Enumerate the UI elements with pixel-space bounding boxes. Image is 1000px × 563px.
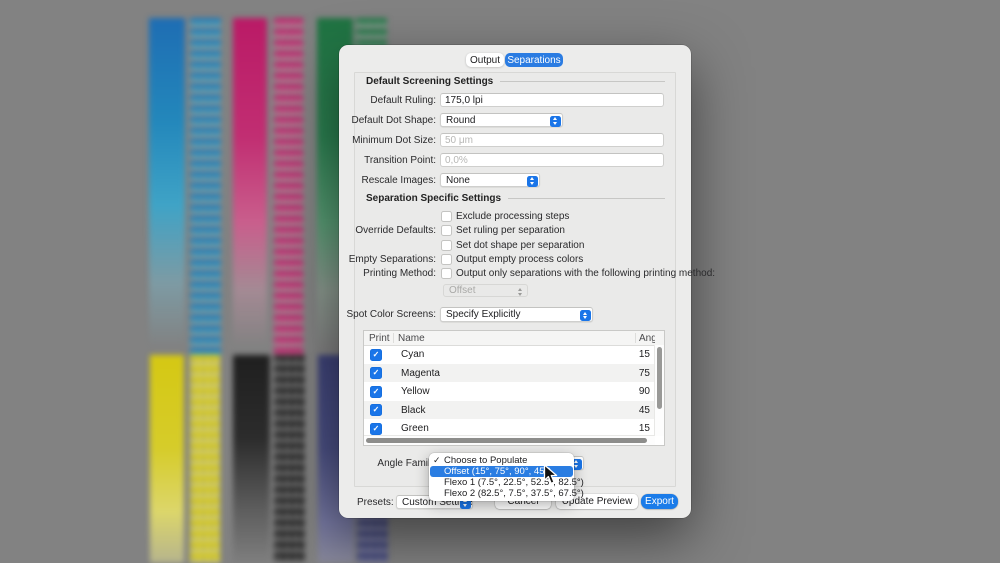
vertical-scrollbar-thumb[interactable] xyxy=(657,347,662,409)
separation-name: Black xyxy=(401,405,425,416)
default-ruling-label: Default Ruling: xyxy=(306,95,436,106)
override-defaults-label: Override Defaults: xyxy=(306,225,436,236)
set-ruling-checkbox[interactable] xyxy=(441,225,452,236)
print-checkbox[interactable]: ✓ xyxy=(370,386,382,398)
printing-method-checkbox-label: Output only separations with the followi… xyxy=(456,268,715,279)
output-empty-label: Output empty process colors xyxy=(456,254,583,265)
column-divider xyxy=(635,333,636,343)
export-label: Export xyxy=(645,496,674,507)
separation-name: Yellow xyxy=(401,386,430,397)
min-dot-label: Minimum Dot Size: xyxy=(306,135,436,146)
table-row[interactable]: ✓ Black 45 xyxy=(364,401,655,420)
mouse-cursor-icon xyxy=(543,464,558,485)
table-row[interactable]: ✓ Yellow 90 xyxy=(364,382,655,401)
presets-label: Presets: xyxy=(357,497,394,508)
rescale-popup[interactable]: None xyxy=(440,173,540,187)
color-bar-black-halftone xyxy=(274,355,305,563)
set-dot-shape-checkbox[interactable] xyxy=(441,240,452,251)
color-bar-magenta-solid xyxy=(233,18,267,358)
exclude-steps-label: Exclude processing steps xyxy=(456,211,569,222)
color-bar-cyan-halftone xyxy=(190,18,221,358)
rescale-value: None xyxy=(446,175,470,186)
popup-stepper-icon xyxy=(580,310,591,321)
col-angle: Angle xyxy=(639,333,655,344)
color-bar-magenta-halftone xyxy=(274,18,303,358)
set-dot-shape-label: Set dot shape per separation xyxy=(456,240,584,251)
section-default-screening: Default Screening Settings xyxy=(366,76,665,87)
tab-output[interactable]: Output xyxy=(466,53,504,67)
default-ruling-input[interactable] xyxy=(440,93,664,107)
separation-angle: 75 xyxy=(639,368,650,379)
dot-shape-value: Round xyxy=(446,115,475,126)
rescale-label: Rescale Images: xyxy=(306,175,436,186)
popup-stepper-icon xyxy=(527,176,538,187)
screen: Output Separations Default Screening Set… xyxy=(0,0,1000,563)
empty-separations-label: Empty Separations: xyxy=(306,254,436,265)
col-print: Print xyxy=(369,333,390,344)
table-row[interactable]: ✓ Magenta 75 xyxy=(364,364,655,383)
horizontal-scrollbar-thumb[interactable] xyxy=(366,438,647,443)
color-bar-black-solid xyxy=(233,355,270,563)
export-dialog: Output Separations Default Screening Set… xyxy=(339,45,691,518)
printing-method-value: Offset xyxy=(449,285,476,296)
color-bar-cyan-solid xyxy=(149,18,185,358)
separation-angle: 45 xyxy=(639,405,650,416)
menu-item-label: Offset (15°, 75°, 90°, 45°) xyxy=(444,466,551,477)
check-icon: ✓ xyxy=(433,455,441,466)
popup-stepper-icon xyxy=(550,116,561,127)
angle-family-label: Angle Family: xyxy=(308,458,438,469)
horizontal-scrollbar[interactable] xyxy=(364,435,655,445)
spot-color-label: Spot Color Screens: xyxy=(306,309,436,320)
menu-item-label: Choose to Populate xyxy=(444,455,527,466)
transition-label: Transition Point: xyxy=(306,155,436,166)
tab-separations[interactable]: Separations xyxy=(505,53,563,67)
print-checkbox[interactable]: ✓ xyxy=(370,404,382,416)
separation-name: Magenta xyxy=(401,368,440,379)
table-row[interactable]: ✓ Cyan 15 xyxy=(364,345,655,364)
spot-color-popup[interactable]: Specify Explicitly xyxy=(440,307,593,322)
color-bar-yellow-solid xyxy=(150,355,184,563)
print-checkbox[interactable]: ✓ xyxy=(370,349,382,361)
separation-angle: 15 xyxy=(639,349,650,360)
tab-output-label: Output xyxy=(470,55,500,66)
section-divider xyxy=(508,198,665,199)
column-divider xyxy=(393,333,394,343)
printing-method-popup: Offset xyxy=(443,284,528,297)
print-checkbox[interactable]: ✓ xyxy=(370,367,382,379)
dot-shape-label: Default Dot Shape: xyxy=(306,115,436,126)
menu-item-flexo-2[interactable]: Flexo 2 (82.5°, 7.5°, 37.5°, 67.5°) xyxy=(430,488,573,499)
separation-angle: 15 xyxy=(639,423,650,434)
section-title: Separation Specific Settings xyxy=(366,193,501,204)
min-dot-input[interactable] xyxy=(440,133,664,147)
output-empty-checkbox[interactable] xyxy=(441,254,452,265)
section-separation-specific: Separation Specific Settings xyxy=(366,193,665,204)
export-button[interactable]: Export xyxy=(641,494,678,509)
menu-item-label: Flexo 1 (7.5°, 22.5°, 52.5°, 82.5°) xyxy=(444,477,584,488)
print-checkbox[interactable]: ✓ xyxy=(370,423,382,435)
table-header: Print Name Angle xyxy=(364,331,664,346)
exclude-steps-checkbox[interactable] xyxy=(441,211,452,222)
transition-input[interactable] xyxy=(440,153,664,167)
separation-name: Green xyxy=(401,423,429,434)
section-title: Default Screening Settings xyxy=(366,76,493,87)
col-name: Name xyxy=(398,333,425,344)
dot-shape-popup[interactable]: Round xyxy=(440,113,563,127)
spot-color-value: Specify Explicitly xyxy=(446,309,520,320)
menu-item-label: Flexo 2 (82.5°, 7.5°, 37.5°, 67.5°) xyxy=(444,488,584,499)
vertical-scrollbar[interactable] xyxy=(654,345,664,436)
section-divider xyxy=(500,81,665,82)
printing-method-label: Printing Method: xyxy=(306,268,436,279)
tab-separations-label: Separations xyxy=(507,55,560,66)
printing-method-checkbox[interactable] xyxy=(441,268,452,279)
separation-angle: 90 xyxy=(639,386,650,397)
set-ruling-label: Set ruling per separation xyxy=(456,225,565,236)
popup-stepper-icon xyxy=(515,287,526,298)
color-bar-yellow-halftone xyxy=(190,355,220,563)
separations-table: Print Name Angle ✓ Cyan 15 ✓ Magenta 75 … xyxy=(363,330,665,446)
separation-name: Cyan xyxy=(401,349,424,360)
